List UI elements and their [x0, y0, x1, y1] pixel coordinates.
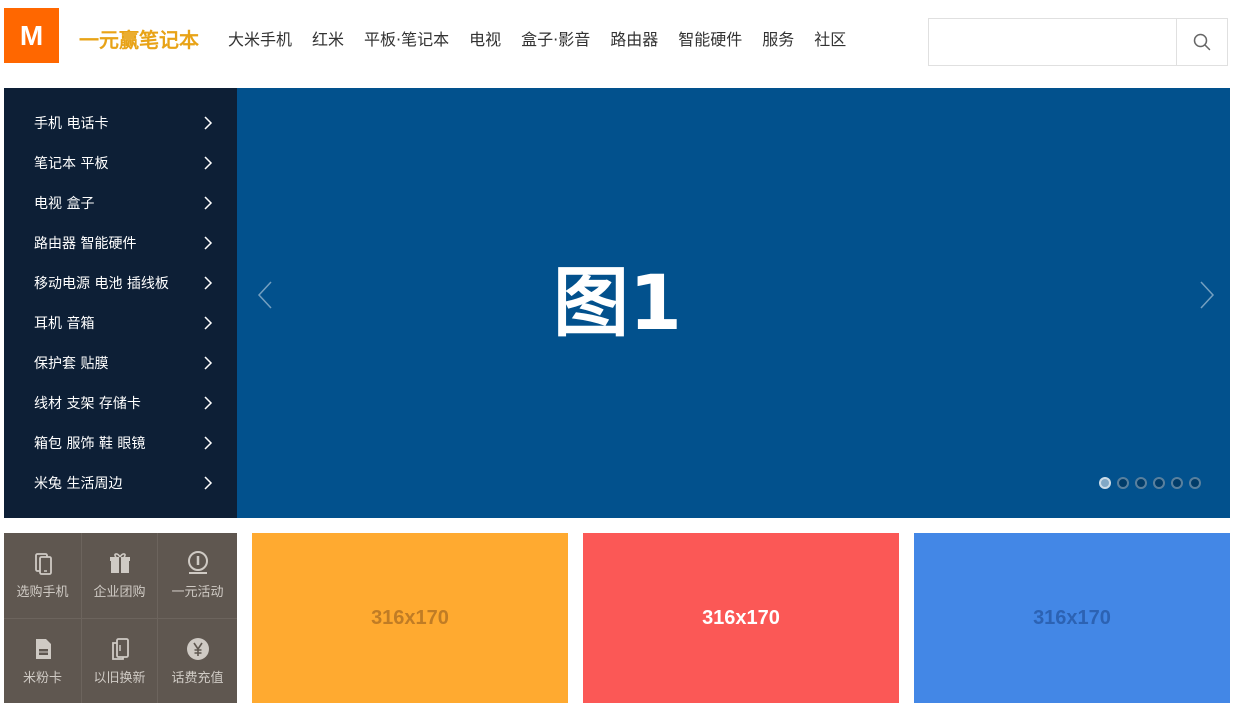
sidebar-item-label: 箱包 服饰 鞋 眼镜 — [34, 436, 146, 452]
sidebar-item-cases[interactable]: 保护套 贴膜 — [4, 343, 237, 383]
sidebar-item-tv[interactable]: 电视 盒子 — [4, 183, 237, 223]
banner-slide-text: 图1 — [553, 258, 682, 347]
quick-links-panel: 选购手机 企业团购 一元活动 米粉卡 以旧换新 话费充值 — [4, 533, 237, 703]
carousel-dot[interactable] — [1189, 477, 1201, 489]
promo-tile-blue[interactable]: 316x170 — [914, 533, 1230, 703]
search-icon — [1193, 33, 1211, 51]
promo-tile-red[interactable]: 316x170 — [583, 533, 899, 703]
quick-link-buy-phone[interactable]: 选购手机 — [4, 533, 82, 619]
brand-title[interactable]: 一元赢笔记本 — [79, 26, 199, 54]
sidebar-item-label: 电视 盒子 — [34, 196, 95, 212]
chevron-right-icon — [204, 236, 213, 250]
site-logo[interactable]: M — [4, 8, 59, 63]
quick-link-label: 话费充值 — [171, 670, 224, 686]
chevron-right-icon — [204, 276, 213, 290]
quick-link-enterprise[interactable]: 企业团购 — [82, 533, 158, 619]
sidebar-item-audio[interactable]: 耳机 音箱 — [4, 303, 237, 343]
sidebar-item-label: 线材 支架 存储卡 — [34, 396, 141, 412]
nav-item-redmi[interactable]: 红米 — [302, 26, 354, 54]
nav-item-service[interactable]: 服务 — [752, 26, 804, 54]
sidebar-item-label: 保护套 贴膜 — [34, 356, 109, 372]
sidebar-item-label: 路由器 智能硬件 — [34, 236, 137, 252]
nav-item-tv[interactable]: 电视 — [459, 26, 511, 54]
gift-icon — [109, 553, 130, 573]
promo-tile-orange[interactable]: 316x170 — [252, 533, 568, 703]
nav-item-community[interactable]: 社区 — [804, 26, 856, 54]
sim-card-icon — [35, 638, 51, 659]
quick-link-recharge[interactable]: 话费充值 — [158, 619, 237, 703]
sidebar-item-bags[interactable]: 箱包 服饰 鞋 眼镜 — [4, 423, 237, 463]
sidebar-item-label: 米兔 生活周边 — [34, 476, 123, 492]
nav-item-tablet-laptop[interactable]: 平板·笔记本 — [354, 26, 459, 54]
sidebar-item-power[interactable]: 移动电源 电池 插线板 — [4, 263, 237, 303]
quick-link-label: 选购手机 — [16, 585, 69, 600]
sidebar-item-lifestyle[interactable]: 米兔 生活周边 — [4, 463, 237, 503]
category-sidebar: 手机 电话卡 笔记本 平板 电视 盒子 路由器 智能硬件 移动电源 电池 插线板… — [4, 88, 237, 518]
carousel-pagination — [1099, 477, 1207, 489]
search-box — [928, 18, 1228, 66]
hero-carousel[interactable]: 图1 — [237, 88, 1230, 518]
yen-icon — [186, 637, 209, 660]
carousel-dot[interactable] — [1117, 477, 1129, 489]
sidebar-item-router[interactable]: 路由器 智能硬件 — [4, 223, 237, 263]
sidebar-item-cables[interactable]: 线材 支架 存储卡 — [4, 383, 237, 423]
carousel-dot[interactable] — [1135, 477, 1147, 489]
chevron-right-icon — [204, 436, 213, 450]
coin-icon — [187, 551, 208, 574]
quick-link-label: 米粉卡 — [22, 670, 62, 686]
chevron-right-icon — [204, 396, 213, 410]
quick-link-trade-in[interactable]: 以旧换新 — [82, 619, 158, 703]
sidebar-item-label: 手机 电话卡 — [34, 116, 109, 132]
chevron-right-icon — [204, 116, 213, 130]
chevron-right-icon — [204, 356, 213, 370]
quick-link-mifan-card[interactable]: 米粉卡 — [4, 619, 82, 703]
chevron-right-icon — [204, 156, 213, 170]
search-button[interactable] — [1176, 19, 1227, 65]
carousel-next-arrow-icon[interactable] — [1199, 281, 1215, 309]
chevron-right-icon — [204, 476, 213, 490]
carousel-dot[interactable] — [1171, 477, 1183, 489]
sidebar-item-phone[interactable]: 手机 电话卡 — [4, 103, 237, 143]
carousel-dot[interactable] — [1099, 477, 1111, 489]
quick-link-label: 以旧换新 — [93, 670, 146, 686]
sidebar-item-laptop[interactable]: 笔记本 平板 — [4, 143, 237, 183]
sidebar-item-label: 笔记本 平板 — [34, 156, 109, 172]
chevron-right-icon — [204, 316, 213, 330]
carousel-dot[interactable] — [1153, 477, 1165, 489]
chevron-right-icon — [204, 196, 213, 210]
nav-item-smart-hardware[interactable]: 智能硬件 — [668, 26, 752, 54]
phone-icon — [34, 553, 52, 575]
quick-link-label: 一元活动 — [171, 585, 224, 600]
nav-item-dami-phone[interactable]: 大米手机 — [218, 26, 302, 54]
nav-item-box-media[interactable]: 盒子·影音 — [511, 26, 600, 54]
trade-in-icon — [111, 637, 129, 660]
quick-link-label: 企业团购 — [93, 585, 146, 600]
quick-link-one-yuan[interactable]: 一元活动 — [158, 533, 237, 619]
main-nav: 大米手机 红米 平板·笔记本 电视 盒子·影音 路由器 智能硬件 服务 社区 — [218, 26, 856, 54]
sidebar-item-label: 移动电源 电池 插线板 — [34, 276, 169, 292]
carousel-prev-arrow-icon[interactable] — [257, 281, 273, 309]
nav-item-router[interactable]: 路由器 — [600, 26, 668, 54]
search-input[interactable] — [929, 19, 1176, 65]
sidebar-item-label: 耳机 音箱 — [34, 316, 95, 332]
